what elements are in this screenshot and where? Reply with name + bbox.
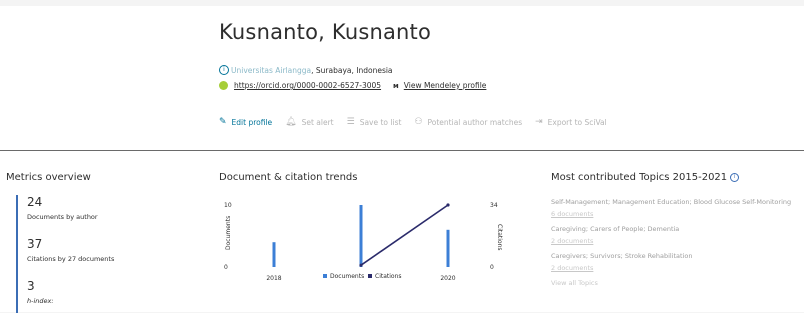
bar-documents (359, 205, 363, 267)
topic-item: Self-Management; Management Education; B… (551, 198, 804, 218)
topic-documents-link[interactable]: 2 documents (551, 264, 804, 272)
orcid-link[interactable]: https://orcid.org/0000-0002-6527-3005 (234, 81, 381, 90)
list-icon: ☰ (346, 117, 355, 127)
topics-title-text: Most contributed Topics 2015-2021 (551, 172, 728, 183)
y-left-axis-title: Documents (225, 216, 232, 250)
topic-documents-link[interactable]: 6 documents (551, 210, 804, 218)
h-index-label: h-index: (27, 297, 54, 305)
info-icon[interactable]: i (219, 65, 229, 75)
bell-icon: 🔔︎ (285, 117, 297, 127)
document-citation-trends-title: Document & citation trends (219, 172, 358, 183)
topic-item: Caregiving; Carers of People; Dementia 2… (551, 225, 804, 245)
people-icon: ⚇ (414, 117, 423, 127)
citations-line (360, 204, 449, 266)
potential-author-matches-button[interactable]: ⚇ Potential author matches (414, 117, 522, 127)
h-index-value: 3 (27, 279, 35, 293)
document-citation-chart: 10 0 34 0 Documents Citations 2018 2020 Document… (224, 202, 503, 282)
info-icon[interactable]: i (730, 172, 740, 182)
edit-profile-label: Edit profile (231, 117, 273, 127)
bar-documents (272, 242, 276, 267)
profile-links: https://orcid.org/0000-0002-6527-3005 ᴍ … (219, 81, 486, 90)
metrics-overview: 24 Documents by author 37 Citations by 2… (16, 195, 138, 313)
legend-label-documents: Documents (330, 273, 364, 280)
metric-citations[interactable]: 37 Citations by 27 documents (27, 237, 114, 263)
metric-documents[interactable]: 24 Documents by author (27, 195, 98, 221)
topic-title[interactable]: Self-Management; Management Education; B… (551, 198, 804, 206)
citations-point (446, 203, 450, 207)
affiliation: i Universitas Airlangga , Surabaya, Indo… (219, 65, 393, 75)
topic-documents-link[interactable]: 2 documents (551, 237, 804, 245)
documents-count: 24 (27, 195, 43, 209)
topics-list: Self-Management; Management Education; B… (551, 198, 804, 287)
edit-profile-button[interactable]: ✎ Edit profile (219, 117, 272, 127)
save-to-list-label: Save to list (359, 117, 402, 127)
export-to-scival-label: Export to SciVal (547, 117, 607, 127)
documents-label: Documents by author (27, 213, 98, 221)
metrics-overview-title: Metrics overview (6, 172, 91, 183)
mendeley-icon: ᴍ (393, 81, 399, 90)
author-profile-card: Kusnanto, Kusnanto i Universitas Airlang… (0, 6, 804, 313)
export-icon: ⇥ (535, 117, 543, 127)
set-alert-button[interactable]: 🔔︎ Set alert (285, 117, 333, 127)
legend-label-citations: Citations (375, 273, 402, 280)
y-right-axis-title: Citations (496, 224, 503, 251)
affiliation-location: , Surabaya, Indonesia (311, 65, 393, 75)
topic-title[interactable]: Caregiving; Carers of People; Dementia (551, 225, 804, 233)
metric-h-index[interactable]: 3 h-index: (27, 279, 54, 305)
legend-swatch-citations (368, 274, 372, 278)
potential-author-matches-label: Potential author matches (427, 117, 523, 127)
y-right-tick-label: 0 (490, 264, 494, 271)
set-alert-label: Set alert (301, 117, 334, 127)
author-name: Kusnanto, Kusnanto (219, 20, 432, 44)
citations-label: Citations by 27 documents (27, 255, 115, 263)
y-left-tick-label: 0 (224, 264, 228, 271)
citations-point (359, 263, 363, 267)
export-to-scival-button[interactable]: ⇥ Export to SciVal (535, 117, 607, 127)
topic-title[interactable]: Caregivers; Survivors; Stroke Rehabilita… (551, 252, 804, 260)
y-left-tick-label: 10 (224, 202, 232, 209)
bar-documents (446, 229, 450, 267)
y-right-tick-label: 34 (490, 202, 498, 209)
author-toolbar: ✎ Edit profile 🔔︎ Set alert ☰ Save to li… (219, 117, 620, 127)
pencil-icon: ✎ (219, 117, 227, 127)
most-contributed-topics-title: Most contributed Topics 2015-2021 i (551, 172, 740, 183)
legend-swatch-documents (323, 274, 327, 278)
view-all-topics-link[interactable]: View all Topics (551, 279, 804, 287)
save-to-list-button[interactable]: ☰ Save to list (347, 117, 402, 127)
affiliation-org-link[interactable]: Universitas Airlangga (231, 66, 311, 75)
mendeley-profile-link[interactable]: View Mendeley profile (404, 81, 487, 90)
topic-item: Caregivers; Survivors; Stroke Rehabilita… (551, 252, 804, 272)
x-tick-label: 2020 (440, 275, 455, 282)
section-divider (0, 150, 804, 151)
x-tick-label: 2018 (266, 275, 281, 282)
orcid-icon (219, 81, 228, 90)
citations-count: 37 (27, 237, 43, 251)
